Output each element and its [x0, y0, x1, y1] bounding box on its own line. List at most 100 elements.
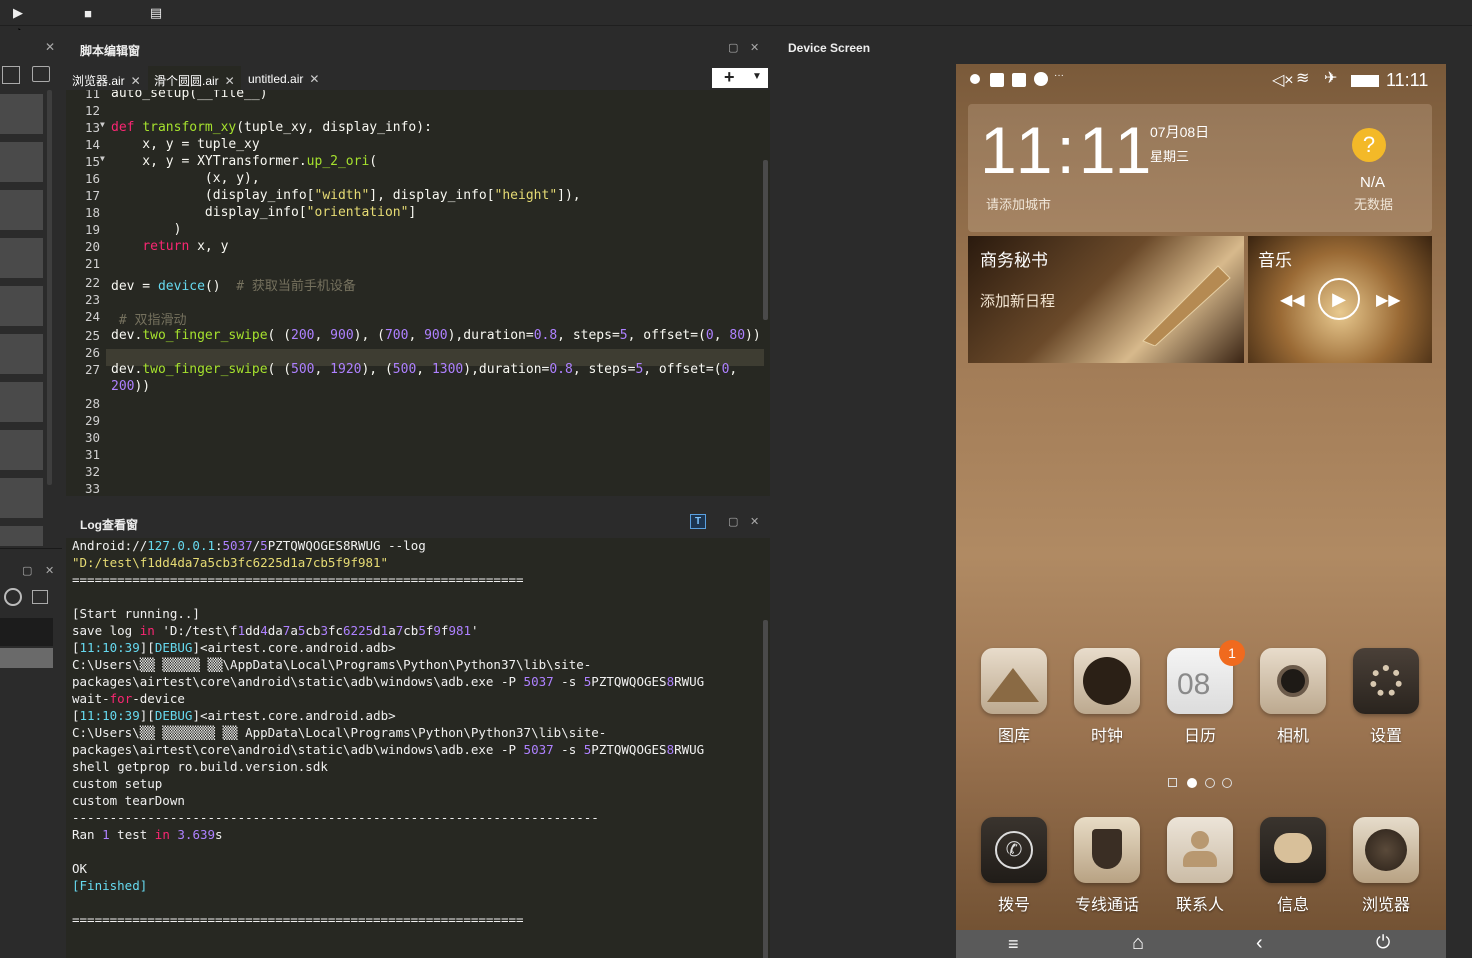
editor-title: 脚本编辑窗: [80, 44, 141, 58]
line-number: 28: [84, 396, 100, 411]
divider: [0, 548, 62, 549]
device-screen[interactable]: ··· ◁× ≋ ✈ 11:11 11:11 07月08日 星期三 请添加城市 …: [956, 64, 1446, 958]
stop-icon[interactable]: ■: [78, 3, 98, 23]
app-dialer[interactable]: ✆ 拨号: [979, 817, 1049, 915]
tool-tile[interactable]: [0, 478, 43, 518]
prev-icon[interactable]: ◀◀: [1280, 290, 1305, 310]
scrollbar[interactable]: [763, 160, 768, 320]
close-icon[interactable]: ✕: [309, 72, 319, 86]
app-messages[interactable]: 信息: [1258, 817, 1328, 915]
menu-icon[interactable]: ≡: [1008, 934, 1019, 955]
power-icon[interactable]: ⏻: [1376, 932, 1390, 953]
log-line: custom tearDown: [72, 793, 185, 808]
log-header: Log查看窗 T ▢ ✕: [66, 506, 770, 538]
app-browser[interactable]: 浏览器: [1351, 817, 1421, 915]
tool-tile[interactable]: [0, 526, 43, 546]
airplane-icon: ✈: [1324, 70, 1338, 87]
log-output[interactable]: Android://127.0.0.1:5037/5PZTQWQOGES8RWU…: [66, 538, 770, 958]
tab-label: untitled.air: [248, 72, 304, 86]
app-calendar[interactable]: 08 1 日历: [1165, 640, 1245, 746]
fold-arrow-icon[interactable]: ▼: [100, 120, 105, 129]
line-number: 26: [84, 345, 100, 360]
filter-icon[interactable]: T: [690, 514, 706, 529]
left-tool-panel: ✕ ▢ ✕: [0, 30, 62, 958]
add-tab-button[interactable]: + ▼: [712, 68, 768, 88]
clock-weather-widget[interactable]: 11:11 07月08日 星期三 请添加城市 ? N/A 无数据: [968, 104, 1432, 232]
editor-header: 脚本编辑窗 ▢ ✕: [66, 32, 770, 64]
code-line: x, y = tuple_xy: [111, 137, 260, 152]
code-area[interactable]: 11 12 13 14 15 16 17 18 19 20 21 22 23 2…: [66, 90, 770, 496]
close-icon[interactable]: ✕: [45, 40, 55, 54]
refresh-icon[interactable]: [4, 588, 22, 606]
tool-tile[interactable]: [0, 142, 43, 182]
tool-tile[interactable]: [0, 430, 43, 470]
home-page-indicator: [1168, 778, 1177, 787]
secretary-card[interactable]: 商务秘书 添加新日程: [968, 236, 1244, 363]
record-icon[interactable]: [32, 66, 50, 82]
line-number: 17: [84, 188, 100, 203]
tool-tile[interactable]: [0, 94, 43, 134]
tool-tile[interactable]: [0, 334, 43, 374]
app-gallery[interactable]: 图库: [979, 648, 1049, 746]
app-label: 设置: [1369, 728, 1402, 745]
close-icon[interactable]: ✕: [45, 564, 54, 577]
app-secure-call[interactable]: 专线通话: [1072, 817, 1142, 915]
add-icon: +: [724, 67, 735, 87]
app-settings[interactable]: 设置: [1351, 648, 1421, 746]
log-line: packages\airtest\core\android\static\adb…: [72, 674, 705, 689]
line-number: 25: [84, 328, 100, 343]
log-line: custom setup: [72, 776, 163, 791]
close-icon[interactable]: ✕: [131, 74, 141, 88]
home-icon[interactable]: ⌂: [1132, 932, 1144, 955]
tab-swipe-circle[interactable]: 滑个圆圆.air ✕: [148, 66, 241, 90]
restore-icon[interactable]: ▢: [22, 564, 32, 577]
tool-tile[interactable]: [0, 238, 43, 278]
screenshot-tool-icon[interactable]: [2, 66, 20, 84]
code-line: dev = device() # 获取当前手机设备: [111, 279, 356, 294]
battery-icon: [1351, 75, 1379, 87]
tab-browser[interactable]: 浏览器.air ✕: [66, 66, 147, 90]
wifi-icon: ≋: [1296, 70, 1310, 87]
log-viewer: Log查看窗 T ▢ ✕ Android://127.0.0.1:5037/5P…: [66, 506, 770, 958]
app-label: 日历: [1183, 728, 1216, 745]
app-label: 拨号: [997, 897, 1030, 914]
nav-bar: ≡ ⌂ ‹ ⏻: [956, 930, 1446, 958]
tool-tile[interactable]: [0, 286, 43, 326]
line-number: 33: [84, 481, 100, 496]
tab-untitled[interactable]: untitled.air ✕: [242, 66, 325, 90]
list-item[interactable]: [0, 648, 53, 668]
record-icon[interactable]: [32, 590, 48, 604]
restore-icon[interactable]: ▢: [728, 41, 738, 54]
app-clock[interactable]: 时钟: [1072, 648, 1142, 746]
log-line: [Finished]: [72, 878, 148, 893]
tool-tile[interactable]: [0, 190, 43, 230]
code-line: x, y = XYTransformer.up_2_ori(: [111, 154, 378, 169]
close-icon[interactable]: ✕: [225, 74, 235, 88]
log-line: "D:/test\f1dd4da7a5cb3fc6225d1a7cb5f9f98…: [72, 555, 389, 570]
code-line: def transform_xy(tuple_xy, display_info)…: [111, 120, 432, 135]
list-icon[interactable]: ▤: [146, 3, 166, 23]
weekday: 星期三: [1150, 149, 1190, 164]
line-number: 31: [84, 447, 100, 462]
tool-tile[interactable]: [0, 382, 43, 422]
status-bar: ··· ◁× ≋ ✈ 11:11: [956, 64, 1446, 100]
more-icon: ···: [1054, 70, 1064, 81]
scrollbar[interactable]: [763, 620, 768, 958]
script-editor: 脚本编辑窗 ▢ ✕ 浏览器.air ✕ 滑个圆圆.air ✕ untitled.ai…: [66, 32, 770, 496]
close-icon[interactable]: ✕: [750, 41, 759, 54]
fold-arrow-icon[interactable]: ▼: [100, 154, 105, 163]
back-icon[interactable]: ‹: [1256, 932, 1263, 955]
page-dot-active: [1187, 778, 1197, 788]
play-icon[interactable]: ▶: [8, 3, 28, 23]
restore-icon[interactable]: ▢: [728, 515, 738, 528]
selected-item[interactable]: [0, 618, 53, 646]
app-camera[interactable]: 相机: [1258, 648, 1328, 746]
play-icon[interactable]: ▶: [1318, 278, 1360, 320]
notification-icon: [990, 73, 1004, 87]
music-card[interactable]: 音乐 ◀◀ ▶ ▶▶: [1248, 236, 1432, 363]
app-contacts[interactable]: 联系人: [1165, 817, 1235, 915]
line-number: 13: [84, 120, 100, 135]
close-icon[interactable]: ✕: [750, 515, 759, 528]
scrollbar[interactable]: [47, 90, 52, 485]
next-icon[interactable]: ▶▶: [1376, 290, 1401, 310]
